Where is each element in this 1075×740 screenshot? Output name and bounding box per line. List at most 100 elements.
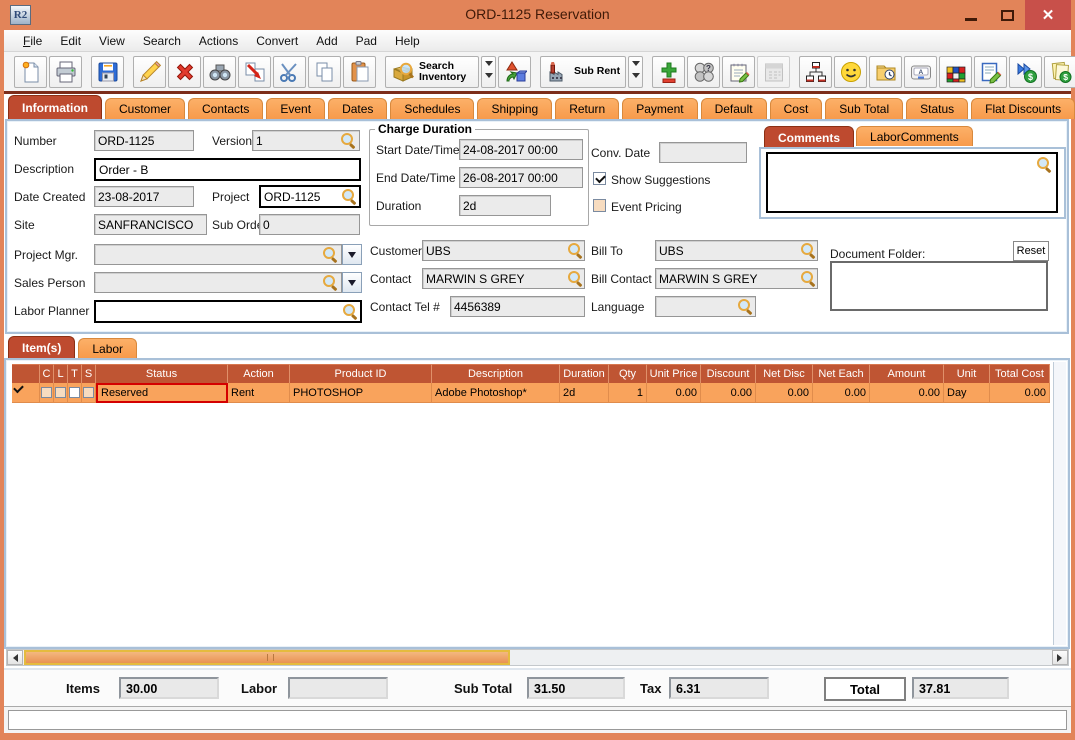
total-button[interactable]: Total [824,677,906,701]
tab-items[interactable]: Item(s) [8,336,75,358]
group-help-button[interactable]: ? [687,56,720,88]
cell-duration[interactable]: 2d [560,383,609,403]
tab-customer[interactable]: Customer [105,98,185,119]
org-chart-button[interactable] [799,56,832,88]
start-date-field[interactable]: 24-08-2017 00:00 [459,139,583,160]
new-document-button[interactable] [14,56,47,88]
end-date-field[interactable]: 26-08-2017 00:00 [459,167,583,188]
menu-pad[interactable]: Pad [347,32,386,50]
site-field[interactable]: SANFRANCISCO [94,214,207,235]
tab-return[interactable]: Return [555,98,619,119]
col-status[interactable]: Status [96,364,228,383]
scroll-right-button[interactable] [1052,650,1068,665]
cell-qty[interactable]: 1 [609,383,647,403]
maximize-button[interactable] [989,0,1025,30]
sales-person-dropdown[interactable] [342,272,362,293]
tab-labor-comments[interactable]: LaborComments [856,126,973,146]
cell-discount[interactable]: 0.00 [701,383,756,403]
shapes-button[interactable] [498,56,531,88]
col-product-id[interactable]: Product ID [290,364,432,383]
note-edit-button[interactable] [974,56,1007,88]
cell-s[interactable] [82,383,96,403]
tab-sub-total[interactable]: Sub Total [825,98,903,119]
reset-button[interactable]: Reset [1013,241,1049,261]
description-field[interactable]: Order - B [94,158,361,181]
bill-contact-field[interactable]: MARWIN S GREY [655,268,818,289]
menu-actions[interactable]: Actions [190,32,247,50]
scroll-left-button[interactable] [7,650,23,665]
tab-event[interactable]: Event [266,98,325,119]
dollar-transfer-button[interactable]: $ [1009,56,1042,88]
col-s[interactable]: S [82,364,96,383]
cell-t[interactable] [68,383,82,403]
project-mgr-search-icon[interactable] [322,246,338,262]
customer-field[interactable]: UBS [422,240,585,261]
paste-button[interactable] [343,56,376,88]
labor-planner-search-icon[interactable] [342,303,358,319]
cell-net-disc[interactable]: 0.00 [756,383,813,403]
col-unit-price[interactable]: Unit Price [647,364,701,383]
number-field[interactable]: ORD-1125 [94,130,194,151]
col-t[interactable]: T [68,364,82,383]
cell-product-id[interactable]: PHOTOSHOP [290,383,432,403]
close-button[interactable]: ✕ [1025,0,1071,30]
menu-add[interactable]: Add [307,32,346,50]
sales-person-field[interactable] [94,272,342,293]
menu-help[interactable]: Help [386,32,429,50]
cell-total-cost[interactable]: 0.00 [990,383,1050,403]
bill-contact-search-icon[interactable] [800,270,816,286]
bill-to-search-icon[interactable] [800,242,816,258]
conv-date-field[interactable] [659,142,747,163]
smiley-button[interactable] [834,56,867,88]
print-button[interactable] [49,56,82,88]
contact-search-icon[interactable] [567,270,583,286]
col-discount[interactable]: Discount [701,364,756,383]
bill-to-field[interactable]: UBS [655,240,818,261]
tab-schedules[interactable]: Schedules [390,98,474,119]
cell-c[interactable] [40,383,54,403]
col-total-cost[interactable]: Total Cost [990,364,1050,383]
cell-unit-price[interactable]: 0.00 [647,383,701,403]
tab-contacts[interactable]: Contacts [188,98,263,119]
col-amount[interactable]: Amount [870,364,944,383]
cut-button[interactable] [273,56,306,88]
cell-net-each[interactable]: 0.00 [813,383,870,403]
search-inventory-button[interactable]: Search Inventory [385,56,479,88]
search-inventory-spinner[interactable] [481,56,496,88]
edit-button[interactable] [133,56,166,88]
tab-default[interactable]: Default [701,98,767,119]
project-mgr-field[interactable] [94,244,342,265]
menu-view[interactable]: View [90,32,134,50]
col-duration[interactable]: Duration [560,364,609,383]
transfer-button[interactable] [238,56,271,88]
cell-unit[interactable]: Day [944,383,990,403]
save-button[interactable] [91,56,124,88]
horizontal-scrollbar[interactable] [6,649,1069,666]
project-search-icon[interactable] [341,188,357,204]
sales-person-search-icon[interactable] [322,274,338,290]
table-row[interactable]: Reserved Rent PHOTOSHOP Adobe Photoshop*… [12,383,1050,403]
col-l[interactable]: L [54,364,68,383]
invoice-dollar-button[interactable]: $ [1044,56,1075,88]
cell-l[interactable] [54,383,68,403]
col-description[interactable]: Description [432,364,560,383]
tab-comments[interactable]: Comments [764,126,854,148]
tab-shipping[interactable]: Shipping [477,98,552,119]
keyboard-button[interactable]: A [904,56,937,88]
cell-action[interactable]: Rent [228,383,290,403]
comments-search-icon[interactable] [1036,156,1052,172]
tab-labor[interactable]: Labor [78,338,137,358]
show-suggestions-checkbox[interactable] [593,172,606,185]
comments-textarea[interactable] [766,152,1058,213]
cell-status[interactable]: Reserved [96,383,228,403]
tab-flat-discounts[interactable]: Flat Discounts [971,98,1075,119]
date-created-field[interactable]: 23-08-2017 [94,186,194,207]
cell-description[interactable]: Adobe Photoshop* [432,383,560,403]
folder-button[interactable] [869,56,902,88]
menu-search[interactable]: Search [134,32,190,50]
col-net-each[interactable]: Net Each [813,364,870,383]
contact-field[interactable]: MARWIN S GREY [422,268,585,289]
tab-information[interactable]: Information [8,95,102,119]
event-pricing-checkbox[interactable] [593,199,606,212]
language-search-icon[interactable] [737,298,753,314]
